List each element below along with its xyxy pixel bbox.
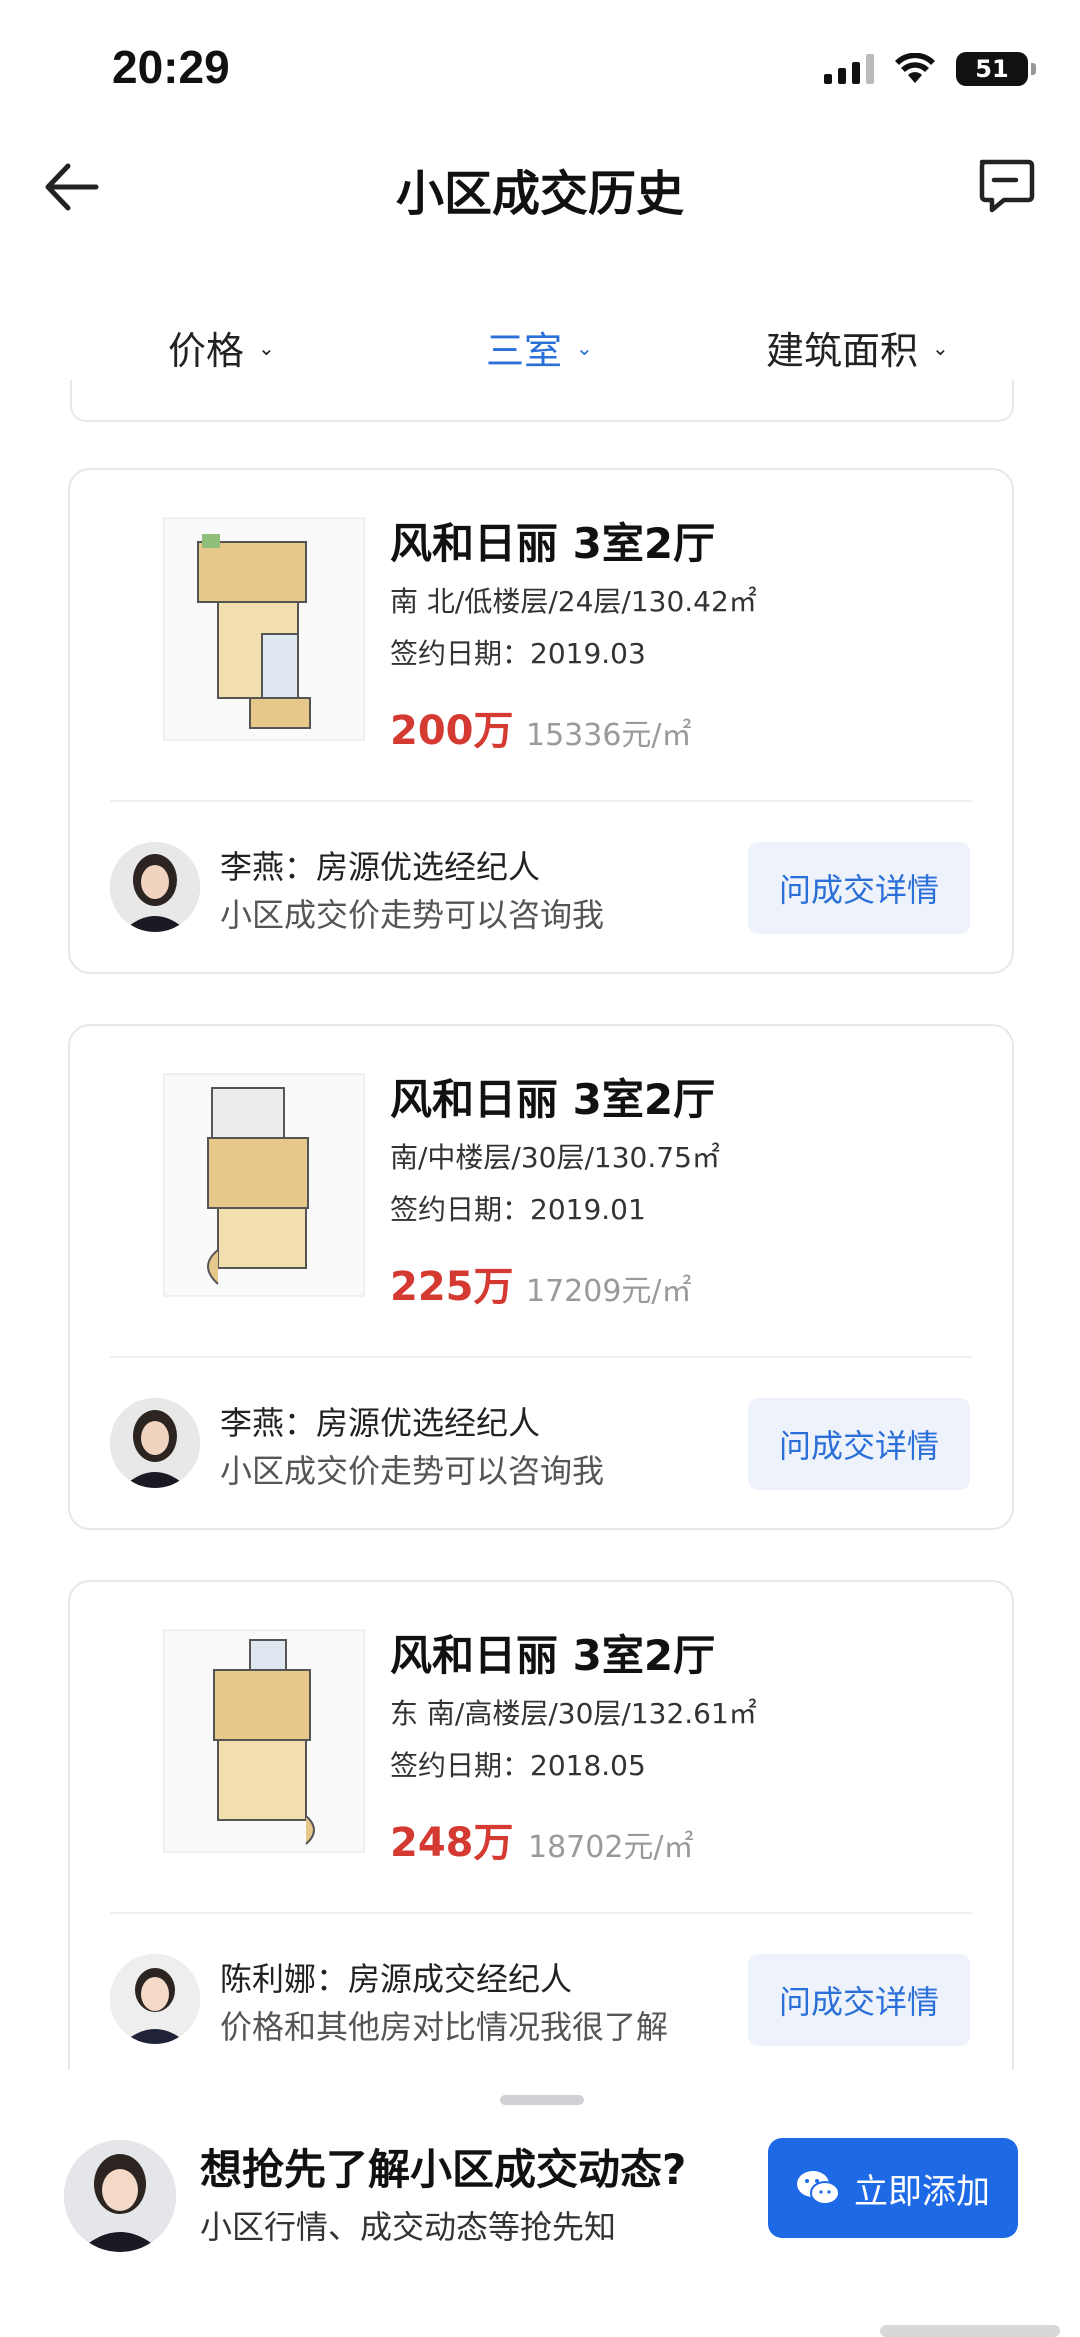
status-bar: 20:29 51	[0, 0, 1080, 130]
listing-card[interactable]: 风和日丽 3室2厅 东 南/高楼层/30层/132.61㎡ 签约日期：2018.…	[68, 1580, 1014, 2100]
listing-unit-price: 15336元/㎡	[526, 718, 692, 753]
agent-avatar[interactable]	[110, 1954, 200, 2044]
divider	[110, 1912, 972, 1914]
agent-name: 李燕：房源优选经纪人	[220, 1404, 541, 1442]
promo-subtitle: 小区行情、成交动态等抢先知	[200, 2208, 617, 2246]
agent-note: 价格和其他房对比情况我很了解	[220, 2008, 669, 2046]
filter-label: 建筑面积	[766, 329, 919, 373]
wechat-icon	[797, 2171, 840, 2205]
divider	[110, 1356, 972, 1358]
page-title: 小区成交历史	[395, 166, 684, 222]
listing-price: 225万	[390, 1264, 514, 1310]
listing-meta: 东 南/高楼层/30层/132.61㎡	[390, 1697, 757, 1730]
add-now-button[interactable]: 立即添加	[768, 2138, 1018, 2238]
ask-deal-details-button[interactable]: 问成交详情	[748, 1954, 970, 2046]
drag-handle[interactable]	[500, 2095, 584, 2105]
listing-date: 签约日期：2019.01	[390, 1193, 646, 1226]
chevron-down-icon: ⌄	[576, 335, 593, 360]
signal-icon	[824, 54, 874, 84]
status-icons: 51	[824, 52, 1036, 86]
promo-avatar	[64, 2140, 176, 2252]
filter-rooms[interactable]: 三室 ⌄	[486, 320, 593, 375]
listing-date: 签约日期：2018.05	[390, 1749, 646, 1782]
listing-price: 200万	[390, 708, 514, 754]
listing-unit-price: 18702元/㎡	[528, 1830, 694, 1865]
listing-meta: 南/中楼层/30层/130.75㎡	[390, 1141, 720, 1174]
divider	[110, 800, 972, 802]
add-now-label: 立即添加	[854, 2171, 990, 2212]
listing-title: 风和日丽 3室2厅	[390, 519, 716, 568]
floorplan-image	[163, 1073, 365, 1297]
listing-title: 风和日丽 3室2厅	[390, 1075, 716, 1124]
listing-card[interactable]: 风和日丽 3室2厅 南 北/低楼层/24层/130.42㎡ 签约日期：2019.…	[68, 468, 1014, 974]
ask-deal-details-button[interactable]: 问成交详情	[748, 842, 970, 934]
battery-icon: 51	[956, 52, 1036, 86]
agent-name: 陈利娜：房源成交经纪人	[220, 1960, 573, 1998]
home-indicator	[880, 2325, 1060, 2337]
wifi-icon	[895, 53, 935, 83]
filter-area[interactable]: 建筑面积 ⌄	[766, 320, 949, 375]
listing-price: 248万	[390, 1820, 514, 1866]
listing-date: 签约日期：2019.03	[390, 637, 646, 670]
promo-panel: 想抢先了解小区成交动态? 小区行情、成交动态等抢先知 立即添加	[0, 2070, 1080, 2337]
message-icon[interactable]	[970, 150, 1040, 220]
agent-note: 小区成交价走势可以咨询我	[220, 1452, 605, 1490]
filter-price[interactable]: 价格 ⌄	[168, 320, 275, 375]
filter-label: 三室	[486, 329, 563, 373]
listing-card[interactable]: 风和日丽 3室2厅 南/中楼层/30层/130.75㎡ 签约日期：2019.01…	[68, 1024, 1014, 1530]
floorplan-image	[163, 1629, 365, 1853]
chevron-down-icon: ⌄	[932, 335, 949, 360]
previous-card-edge	[70, 380, 1014, 422]
floorplan-image	[163, 517, 365, 741]
agent-name: 李燕：房源优选经纪人	[220, 848, 541, 886]
chevron-down-icon: ⌄	[258, 335, 275, 360]
filter-label: 价格	[168, 329, 245, 373]
agent-note: 小区成交价走势可以咨询我	[220, 896, 605, 934]
listing-meta: 南 北/低楼层/24层/130.42㎡	[390, 585, 757, 618]
status-time: 20:29	[112, 41, 230, 93]
agent-avatar[interactable]	[110, 1398, 200, 1488]
nav-bar: 小区成交历史	[0, 140, 1080, 230]
listing-unit-price: 17209元/㎡	[526, 1274, 692, 1309]
ask-deal-details-button[interactable]: 问成交详情	[748, 1398, 970, 1490]
promo-title: 想抢先了解小区成交动态?	[200, 2145, 687, 2194]
agent-avatar[interactable]	[110, 842, 200, 932]
listing-title: 风和日丽 3室2厅	[390, 1631, 716, 1680]
